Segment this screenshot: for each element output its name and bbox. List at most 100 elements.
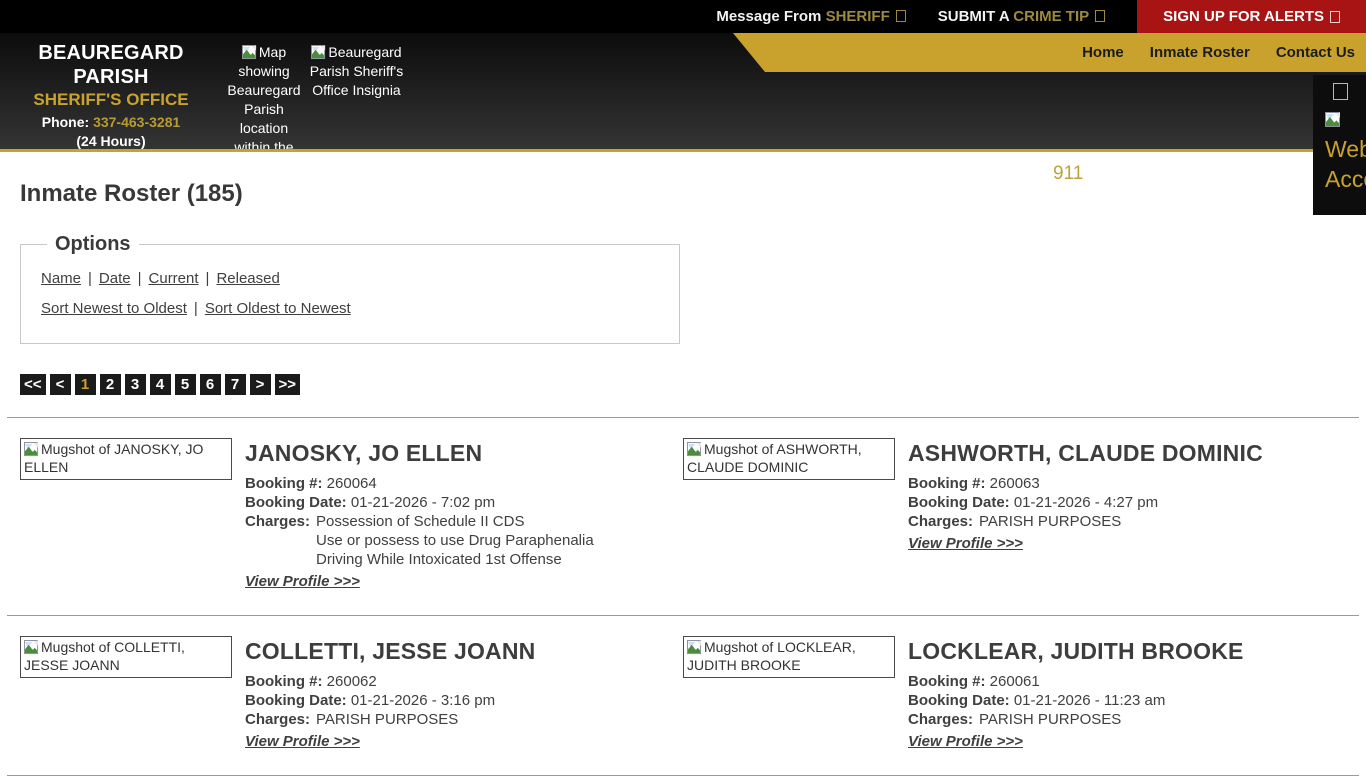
booking-date-row: Booking Date: 01-21-2026 - 7:02 pm <box>245 493 683 512</box>
separator: | <box>206 270 210 287</box>
view-profile-link[interactable]: View Profile >>> <box>245 733 360 750</box>
nav-item-home[interactable]: Home <box>1082 44 1124 61</box>
agency-name-line1: BEAUREGARD PARISH <box>0 41 222 89</box>
sheriff-link-text: SHERIFF <box>826 8 890 25</box>
missing-glyph-box <box>1333 83 1348 100</box>
separator: | <box>194 300 198 317</box>
booking-date-row: Booking Date: 01-21-2026 - 3:16 pm <box>245 691 683 710</box>
charges-label: Charges: <box>908 710 973 729</box>
nav-item-inmate-roster[interactable]: Inmate Roster <box>1150 44 1250 61</box>
pagination-button-[interactable]: > <box>250 374 271 395</box>
booking-date-label: Booking Date: <box>908 494 1010 511</box>
broken-image-icon <box>242 45 257 60</box>
broken-image-icon <box>1325 112 1341 128</box>
filter-link-date[interactable]: Date <box>99 270 131 287</box>
charges-list: Possession of Schedule II CDSUse or poss… <box>316 512 594 569</box>
sort-link-sort-newest-to-oldest[interactable]: Sort Newest to Oldest <box>41 300 187 317</box>
filter-link-name[interactable]: Name <box>41 270 81 287</box>
message-from-sheriff-link[interactable]: Message From SHERIFF <box>716 8 905 25</box>
emergency-911-text: 911 <box>1053 163 1083 185</box>
broken-image-icon <box>687 442 702 457</box>
broken-image-icon <box>24 640 39 655</box>
booking-date-label: Booking Date: <box>245 494 347 511</box>
inmate-name: COLLETTI, JESSE JOANN <box>245 638 683 665</box>
booking-number-label: Booking #: <box>245 475 323 492</box>
pagination: <<<1234567>>> <box>20 374 1346 395</box>
nav-item-contact-us[interactable]: Contact Us <box>1276 44 1355 61</box>
booking-date-label: Booking Date: <box>245 692 347 709</box>
broken-image-icon <box>24 442 39 457</box>
main-content: Inmate Roster (185) Options Name|Date|Cu… <box>0 180 1366 776</box>
mugshot-alt-text: Mugshot of ASHWORTH, CLAUDE DOMINIC <box>687 441 862 475</box>
submit-crime-tip-link[interactable]: SUBMIT A CRIME TIP <box>938 8 1105 25</box>
phone-number-link[interactable]: 337-463-3281 <box>93 114 180 130</box>
phone-label: Phone: <box>42 114 89 130</box>
mugshot-image[interactable]: Mugshot of LOCKLEAR, JUDITH BROOKE <box>683 636 895 678</box>
pagination-button-4[interactable]: 4 <box>150 374 171 395</box>
charges-row: Charges:PARISH PURPOSES <box>245 710 683 729</box>
inmate-card: Mugshot of ASHWORTH, CLAUDE DOMINIC ASHW… <box>683 438 1346 591</box>
pagination-button-[interactable]: < <box>50 374 71 395</box>
booking-number-value: 260061 <box>990 673 1040 690</box>
booking-number-row: Booking #: 260062 <box>245 672 683 691</box>
sort-links-row: Sort Newest to Oldest | Sort Oldest to New… <box>41 300 659 317</box>
site-header: BEAUREGARD PARISH SHERIFF'S OFFICE Phone… <box>0 33 1366 152</box>
alerts-button-label: SIGN UP FOR ALERTS <box>1163 8 1324 25</box>
inmate-card: Mugshot of JANOSKY, JO ELLEN JANOSKY, JO… <box>20 438 683 591</box>
pagination-button-[interactable]: >> <box>275 374 301 395</box>
booking-number-label: Booking #: <box>245 673 323 690</box>
charges-row: Charges:Possession of Schedule II CDSUse… <box>245 512 683 569</box>
separator: | <box>88 270 92 287</box>
view-profile-link[interactable]: View Profile >>> <box>245 573 360 590</box>
pagination-button-1[interactable]: 1 <box>75 374 96 395</box>
agency-title-block: BEAUREGARD PARISH SHERIFF'S OFFICE Phone… <box>0 41 222 151</box>
pagination-button-3[interactable]: 3 <box>125 374 146 395</box>
nav-menu: Home Inmate Roster Contact Us <box>733 33 1366 72</box>
charge-line: Possession of Schedule II CDS <box>316 512 594 531</box>
pagination-button-[interactable]: << <box>20 374 46 395</box>
booking-number-value: 260063 <box>990 475 1040 492</box>
broken-image-icon <box>311 45 326 60</box>
pagination-button-7[interactable]: 7 <box>225 374 246 395</box>
charge-line: PARISH PURPOSES <box>979 512 1121 531</box>
charges-label: Charges: <box>245 512 310 569</box>
web-accessibility-widget[interactable]: Web Accessibility <box>1313 75 1366 215</box>
charges-list: PARISH PURPOSES <box>979 512 1121 531</box>
inmate-details: LOCKLEAR, JUDITH BROOKE Booking #: 26006… <box>908 636 1346 751</box>
filter-links-row: Name|Date|Current|Released <box>41 270 659 287</box>
inmate-card: Mugshot of LOCKLEAR, JUDITH BROOKE LOCKL… <box>683 636 1346 751</box>
mugshot-alt-text: Mugshot of JANOSKY, JO ELLEN <box>24 441 203 475</box>
phone-line: Phone: 337-463-3281 <box>0 112 222 132</box>
charge-line: Use or possess to use Drug Paraphenalia <box>316 531 594 550</box>
external-link-icon <box>1330 11 1340 23</box>
mugshot-image[interactable]: Mugshot of JANOSKY, JO ELLEN <box>20 438 232 480</box>
booking-date-value: 01-21-2026 - 11:23 am <box>1014 692 1166 709</box>
mugshot-image[interactable]: Mugshot of ASHWORTH, CLAUDE DOMINIC <box>683 438 895 480</box>
charges-row: Charges:PARISH PURPOSES <box>908 512 1346 531</box>
sort-link-sort-oldest-to-newest[interactable]: Sort Oldest to Newest <box>205 300 351 317</box>
charges-row: Charges:PARISH PURPOSES <box>908 710 1346 729</box>
external-link-icon <box>896 10 906 22</box>
inmate-name: LOCKLEAR, JUDITH BROOKE <box>908 638 1346 665</box>
pagination-button-5[interactable]: 5 <box>175 374 196 395</box>
sign-up-for-alerts-button[interactable]: SIGN UP FOR ALERTS <box>1137 0 1366 33</box>
roster-row: Mugshot of JANOSKY, JO ELLEN JANOSKY, JO… <box>20 418 1346 615</box>
view-profile-link[interactable]: View Profile >>> <box>908 733 1023 750</box>
booking-number-value: 260064 <box>327 475 377 492</box>
insignia-broken-image: Beauregard Parish Sheriff's Office Insig… <box>306 43 407 100</box>
booking-number-label: Booking #: <box>908 673 986 690</box>
filter-link-released[interactable]: Released <box>216 270 279 287</box>
pagination-button-2[interactable]: 2 <box>100 374 121 395</box>
charge-line: PARISH PURPOSES <box>316 710 458 729</box>
inmate-details: ASHWORTH, CLAUDE DOMINIC Booking #: 2600… <box>908 438 1346 553</box>
inmate-details: COLLETTI, JESSE JOANN Booking #: 260062 … <box>245 636 683 751</box>
booking-date-row: Booking Date: 01-21-2026 - 4:27 pm <box>908 493 1346 512</box>
options-panel: Options Name|Date|Current|Released Sort … <box>20 233 680 344</box>
charges-list: PARISH PURPOSES <box>316 710 458 729</box>
view-profile-link[interactable]: View Profile >>> <box>908 535 1023 552</box>
message-from-text: Message From <box>716 8 821 25</box>
filter-link-current[interactable]: Current <box>149 270 199 287</box>
pagination-button-6[interactable]: 6 <box>200 374 221 395</box>
inmate-details: JANOSKY, JO ELLEN Booking #: 260064 Book… <box>245 438 683 591</box>
mugshot-image[interactable]: Mugshot of COLLETTI, JESSE JOANN <box>20 636 232 678</box>
